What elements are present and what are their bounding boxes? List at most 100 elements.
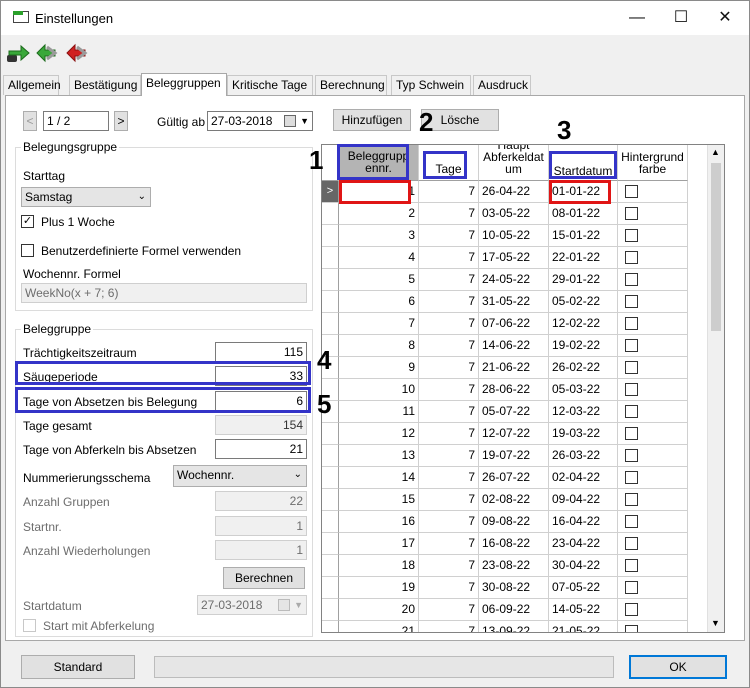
next-button[interactable]: > (114, 111, 128, 131)
table-cell[interactable]: 7 (419, 225, 479, 247)
row-header[interactable] (322, 533, 339, 555)
table-cell[interactable]: 26-02-22 (549, 357, 618, 379)
row-header[interactable] (322, 247, 339, 269)
table-cell[interactable]: 09-08-22 (479, 511, 549, 533)
table-cell[interactable]: 4 (339, 247, 419, 269)
background-color-checkbox[interactable] (625, 361, 638, 374)
table-cell[interactable]: 07-05-22 (549, 577, 618, 599)
background-color-checkbox[interactable] (625, 515, 638, 528)
table-cell[interactable]: 05-03-22 (549, 379, 618, 401)
scroll-up-arrow[interactable]: ▲ (711, 147, 720, 157)
table-cell[interactable]: 12-03-22 (549, 401, 618, 423)
table-cell[interactable]: 23-08-22 (479, 555, 549, 577)
week-formula-input[interactable]: WeekNo(x + 7; 6) (21, 283, 307, 303)
table-cell[interactable]: 7 (419, 555, 479, 577)
header-hauptabferkeldatum[interactable]: Haupt Abferkeldat um (479, 145, 549, 181)
table-cell[interactable]: 22-01-22 (549, 247, 618, 269)
minimize-button[interactable]: — (615, 5, 659, 31)
table-cell[interactable]: 11 (339, 401, 419, 423)
table-cell[interactable]: 12 (339, 423, 419, 445)
background-color-checkbox[interactable] (625, 449, 638, 462)
table-cell[interactable]: 03-05-22 (479, 203, 549, 225)
table-cell[interactable]: 12-02-22 (549, 313, 618, 335)
table-cell[interactable]: 26-07-22 (479, 467, 549, 489)
background-color-checkbox[interactable] (625, 229, 638, 242)
table-cell[interactable]: 30-08-22 (479, 577, 549, 599)
tab-typ-schwein[interactable]: Typ Schwein (391, 75, 471, 95)
table-cell[interactable]: 7 (419, 181, 479, 203)
background-color-checkbox[interactable] (625, 537, 638, 550)
table-cell[interactable]: 7 (419, 621, 479, 632)
table-cell[interactable]: 14-06-22 (479, 335, 549, 357)
background-color-checkbox[interactable] (625, 339, 638, 352)
row-header[interactable] (322, 269, 339, 291)
row-header[interactable] (322, 313, 339, 335)
table-cell[interactable]: 14-05-22 (549, 599, 618, 621)
delete-icon[interactable] (63, 41, 89, 65)
background-color-checkbox[interactable] (625, 559, 638, 572)
row-header[interactable] (322, 489, 339, 511)
row-header[interactable] (322, 225, 339, 247)
ok-button[interactable]: OK (629, 655, 727, 679)
table-cell[interactable]: 5 (339, 269, 419, 291)
refresh-icon[interactable] (33, 41, 59, 65)
scroll-down-arrow[interactable]: ▼ (711, 618, 720, 628)
row-header[interactable] (322, 423, 339, 445)
background-color-checkbox[interactable] (625, 317, 638, 330)
vertical-scrollbar[interactable]: ▲ ▼ (707, 145, 724, 632)
table-cell[interactable]: 21-05-22 (549, 621, 618, 632)
table-cell[interactable]: 06-09-22 (479, 599, 549, 621)
row-header[interactable]: > (322, 181, 339, 203)
table-cell[interactable]: 26-04-22 (479, 181, 549, 203)
tab-allgemein[interactable]: Allgemein (3, 75, 61, 95)
table-cell[interactable]: 19-07-22 (479, 445, 549, 467)
table-cell[interactable]: 6 (339, 291, 419, 313)
starttag-select[interactable]: Samstag ⌄ (21, 187, 151, 207)
table-cell[interactable]: 05-02-22 (549, 291, 618, 313)
scroll-thumb[interactable] (711, 163, 721, 331)
table-cell[interactable]: 31-05-22 (479, 291, 549, 313)
table-cell[interactable]: 02-04-22 (549, 467, 618, 489)
table-cell[interactable]: 7 (419, 379, 479, 401)
table-cell[interactable]: 23-04-22 (549, 533, 618, 555)
table-cell[interactable]: 13 (339, 445, 419, 467)
row-header[interactable] (322, 511, 339, 533)
traechtigkeit-input[interactable]: 115 (215, 342, 307, 362)
row-header[interactable] (322, 291, 339, 313)
background-color-checkbox[interactable] (625, 207, 638, 220)
import-icon[interactable] (5, 41, 31, 65)
background-color-checkbox[interactable] (625, 427, 638, 440)
table-cell[interactable]: 7 (419, 511, 479, 533)
table-cell[interactable]: 7 (419, 313, 479, 335)
table-cell[interactable]: 18 (339, 555, 419, 577)
row-header[interactable] (322, 599, 339, 621)
chevron-down-icon[interactable]: ▼ (300, 112, 309, 130)
background-color-checkbox[interactable] (625, 273, 638, 286)
row-header[interactable] (322, 621, 339, 632)
maximize-button[interactable]: ☐ (659, 5, 703, 31)
table-cell[interactable]: 7 (419, 467, 479, 489)
table-cell[interactable]: 15-01-22 (549, 225, 618, 247)
table-cell[interactable]: 17-05-22 (479, 247, 549, 269)
schema-select[interactable]: Wochennr. ⌄ (173, 465, 307, 487)
berechnen-button[interactable]: Berechnen (223, 567, 305, 589)
table-cell[interactable]: 07-06-22 (479, 313, 549, 335)
background-color-checkbox[interactable] (625, 295, 638, 308)
table-cell[interactable]: 16-08-22 (479, 533, 549, 555)
background-color-checkbox[interactable] (625, 603, 638, 616)
table-cell[interactable]: 09-04-22 (549, 489, 618, 511)
tab-beleggruppen[interactable]: Beleggruppen (141, 73, 227, 96)
table-cell[interactable]: 15 (339, 489, 419, 511)
calendar-icon[interactable] (284, 115, 296, 127)
table-cell[interactable]: 12-07-22 (479, 423, 549, 445)
table-cell[interactable]: 16 (339, 511, 419, 533)
table-cell[interactable]: 3 (339, 225, 419, 247)
row-header[interactable] (322, 445, 339, 467)
abferkeln-absetzen-input[interactable]: 21 (215, 439, 307, 459)
table-cell[interactable]: 7 (419, 269, 479, 291)
table-cell[interactable]: 7 (419, 489, 479, 511)
row-header[interactable] (322, 577, 339, 599)
tab-ausdruck[interactable]: Ausdruck (473, 75, 531, 95)
header-hintergrundfarbe[interactable]: Hintergrund farbe (618, 145, 688, 181)
table-cell[interactable]: 16-04-22 (549, 511, 618, 533)
